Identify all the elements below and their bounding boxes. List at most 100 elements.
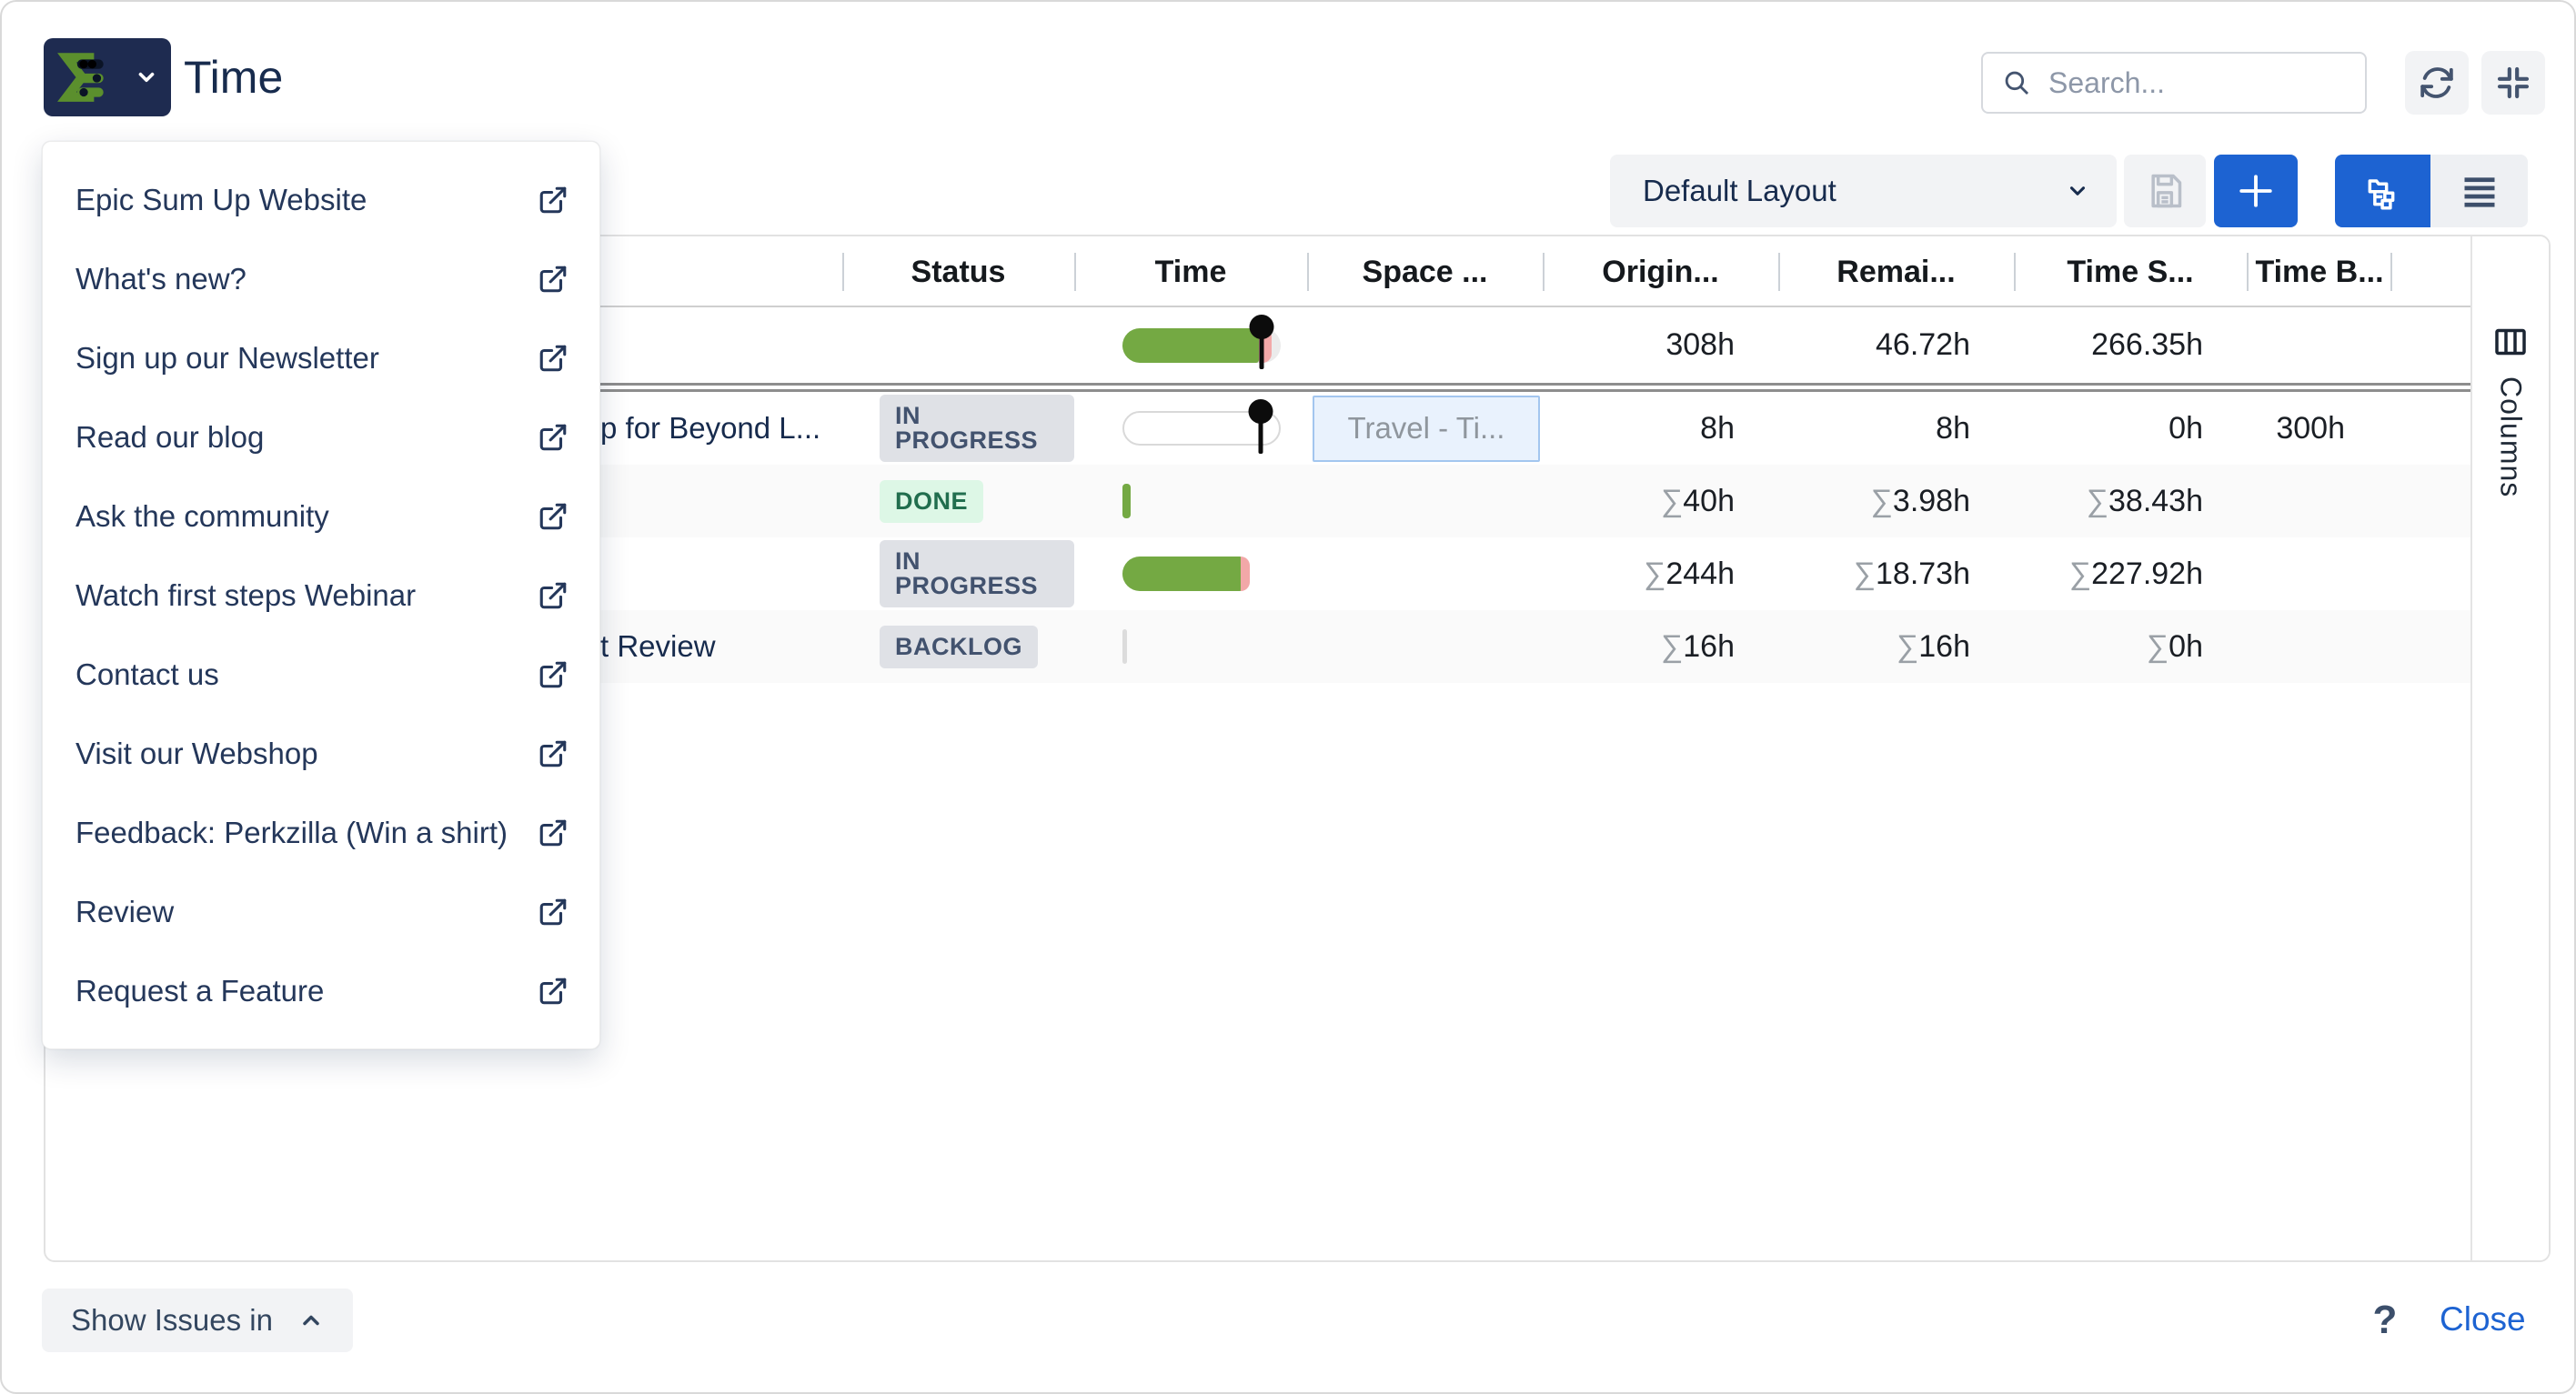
menu-item-label: Watch first steps Webinar (75, 578, 416, 613)
menu-item-visit-our-webshop[interactable]: Visit our Webshop (43, 714, 599, 793)
menu-item-label: Visit our Webshop (75, 737, 318, 771)
time-progress-cell (1074, 629, 1307, 664)
menu-item-label: Ask the community (75, 499, 329, 534)
original-estimate-value: ∑244h (1543, 557, 1778, 592)
original-estimate-value: ∑40h (1543, 484, 1778, 519)
menu-item-sign-up-newsletter[interactable]: Sign up our Newsletter (43, 318, 599, 397)
status-cell: BACKLOG (842, 626, 1074, 668)
refresh-button[interactable] (2405, 51, 2469, 115)
space-field-selected[interactable]: Travel - Ti... (1313, 396, 1540, 462)
menu-item-label: Sign up our Newsletter (75, 341, 379, 376)
external-link-icon (538, 185, 569, 216)
columns-sidebar-label: Columns (2494, 376, 2528, 497)
status-cell: IN PROGRESS (842, 540, 1074, 607)
column-header-time[interactable]: Time (1074, 236, 1307, 307)
status-cell: DONE (842, 480, 1074, 523)
menu-item-ask-the-community[interactable]: Ask the community (43, 476, 599, 556)
column-header-remaining[interactable]: Remai... (1778, 236, 2014, 307)
column-header-status[interactable]: Status (842, 236, 1074, 307)
columns-icon (2492, 324, 2529, 360)
layout-select-value: Default Layout (1643, 174, 1836, 208)
menu-item-request-a-feature[interactable]: Request a Feature (43, 951, 599, 1030)
external-link-icon (538, 264, 569, 295)
status-badge: DONE (880, 480, 983, 523)
menu-item-label: Read our blog (75, 420, 264, 455)
hierarchy-view-button[interactable] (2335, 155, 2430, 227)
time-spent-value: ∑0h (2014, 629, 2247, 665)
column-header-time-budget[interactable]: Time B... (2247, 236, 2392, 307)
external-link-icon (538, 580, 569, 611)
menu-item-label: Feedback: Perkzilla (Win a shirt) (75, 816, 508, 850)
time-spent-value: 0h (2014, 411, 2247, 446)
status-badge: BACKLOG (880, 626, 1038, 668)
status-cell: IN PROGRESS (842, 395, 1074, 462)
save-layout-button[interactable] (2124, 155, 2206, 227)
time-progress-bar (1122, 411, 1281, 446)
chevron-down-icon (135, 65, 158, 89)
menu-item-epic-sum-up-website[interactable]: Epic Sum Up Website (43, 160, 599, 239)
collapse-icon (2495, 65, 2531, 101)
add-button[interactable] (2214, 155, 2298, 227)
time-progress-cell (1074, 557, 1307, 591)
external-link-icon (538, 501, 569, 532)
time-budget-value: 300h (2247, 411, 2392, 446)
external-link-icon (538, 817, 569, 848)
time-progress-cell (1074, 411, 1307, 446)
time-marker-pin (1250, 315, 1274, 369)
close-button[interactable]: Close (2440, 1300, 2526, 1339)
original-estimate-value: 8h (1543, 411, 1778, 446)
time-dialog: Time Default Layout (0, 0, 2576, 1394)
menu-item-label: Request a Feature (75, 974, 324, 1008)
menu-item-label: Epic Sum Up Website (75, 183, 367, 217)
help-button[interactable]: ? (2360, 1293, 2410, 1348)
external-link-icon (538, 976, 569, 1007)
search-box (1981, 52, 2367, 114)
chevron-down-icon (2066, 179, 2089, 203)
list-view-button[interactable] (2430, 155, 2528, 227)
page-title: Time (184, 38, 283, 116)
layout-select[interactable]: Default Layout (1610, 155, 2117, 227)
show-issues-in-button[interactable]: Show Issues in (42, 1289, 353, 1352)
save-icon (2145, 171, 2185, 211)
time-progress-bar (1122, 557, 1250, 591)
remaining-value: ∑3.98h (1778, 484, 2014, 519)
time-progress-sliver (1122, 484, 1131, 518)
external-link-icon (538, 897, 569, 928)
status-badge: IN PROGRESS (880, 395, 1074, 462)
refresh-icon (2419, 65, 2455, 101)
time-progress-cell (1074, 328, 1307, 363)
external-link-icon (538, 738, 569, 769)
show-issues-label: Show Issues in (71, 1303, 273, 1338)
plus-icon (2237, 172, 2275, 210)
column-header-original-estimate[interactable]: Origin... (1543, 236, 1778, 307)
app-dropdown-menu: Epic Sum Up Website What's new? Sign up … (42, 141, 600, 1049)
status-badge: IN PROGRESS (880, 540, 1074, 607)
time-progress-sliver (1122, 629, 1127, 664)
app-logo-menu-button[interactable] (44, 38, 171, 116)
menu-item-feedback-perkzilla[interactable]: Feedback: Perkzilla (Win a shirt) (43, 793, 599, 872)
time-spent-value: 266.35h (2014, 327, 2247, 363)
list-icon (2460, 171, 2500, 211)
menu-item-contact-us[interactable]: Contact us (43, 635, 599, 714)
time-progress-cell (1074, 484, 1307, 518)
column-header-time-spent[interactable]: Time S... (2014, 236, 2247, 307)
menu-item-read-our-blog[interactable]: Read our blog (43, 397, 599, 476)
menu-item-review[interactable]: Review (43, 872, 599, 951)
search-input[interactable] (2048, 66, 2347, 100)
menu-item-watch-first-steps-webinar[interactable]: Watch first steps Webinar (43, 556, 599, 635)
external-link-icon (538, 659, 569, 690)
column-header-space[interactable]: Space ... (1307, 236, 1543, 307)
menu-item-label: Contact us (75, 657, 219, 692)
time-spent-value: ∑227.92h (2014, 557, 2247, 592)
search-icon (2001, 67, 2032, 98)
menu-item-label: What's new? (75, 262, 247, 296)
time-spent-value: ∑38.43h (2014, 484, 2247, 519)
columns-sidebar-toggle[interactable]: Columns (2470, 236, 2549, 1260)
collapse-button[interactable] (2481, 51, 2545, 115)
view-mode-toggle (2335, 155, 2528, 227)
menu-item-whats-new[interactable]: What's new? (43, 239, 599, 318)
time-progress-bar (1122, 328, 1281, 363)
menu-item-label: Review (75, 895, 174, 929)
chevron-up-icon (298, 1308, 324, 1333)
external-link-icon (538, 343, 569, 374)
